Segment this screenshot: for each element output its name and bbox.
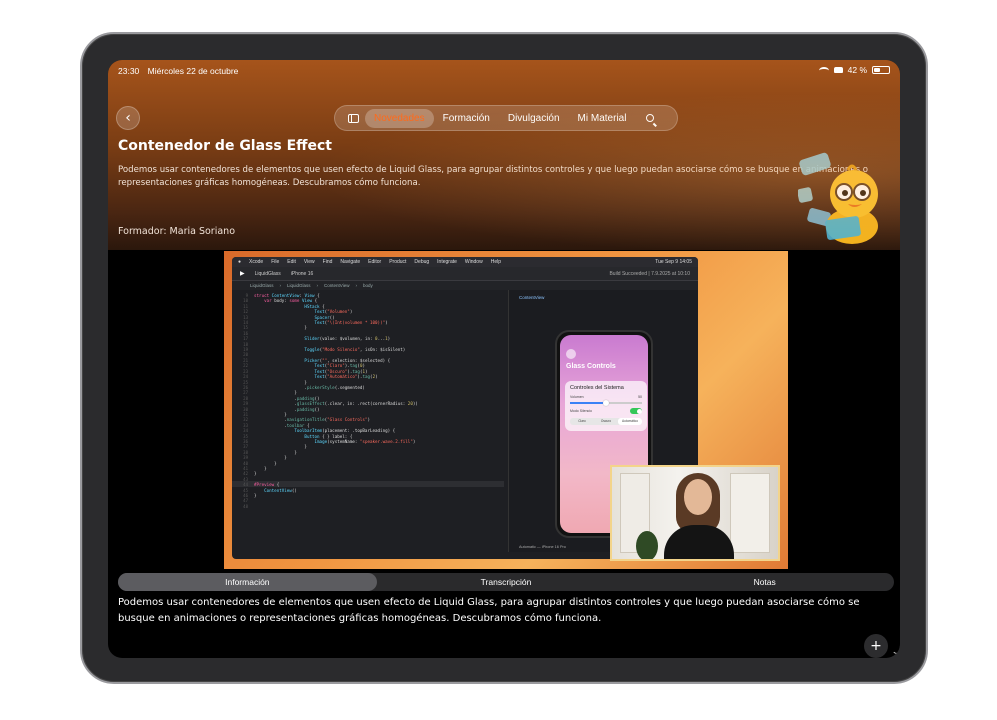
car-icon	[833, 67, 843, 73]
search-button[interactable]	[641, 109, 659, 127]
background-cabinet	[730, 473, 770, 553]
battery-fill	[874, 68, 880, 72]
sidebar-toggle-button[interactable]	[341, 108, 365, 128]
breadcrumb-separator: ›	[279, 283, 282, 288]
page-description: Podemos usar contenedores de elementos q…	[118, 165, 869, 188]
play-icon: ▶	[240, 271, 245, 277]
menubar-item: View	[303, 259, 315, 265]
silent-toggle	[630, 408, 642, 414]
status-icons: 42 %	[818, 65, 890, 75]
xcode-device: iPhone 16	[290, 270, 314, 277]
wifi-icon	[818, 66, 829, 74]
page-title: Contenedor de Glass Effect	[118, 138, 332, 154]
nav-tab-formacion[interactable]: Formación	[434, 109, 499, 128]
xcode-project-name: LiquidGlass	[254, 270, 281, 277]
volume-label: Volumen	[570, 395, 584, 399]
nav-tab-mi-material[interactable]: Mi Material	[569, 109, 636, 128]
breadcrumb-item: body	[362, 283, 373, 288]
mac-menubar: ● Xcode File Edit View Find Navigate Edi…	[232, 257, 698, 267]
breadcrumb-item: LiquidGlass	[250, 283, 274, 288]
trainer-name: Formador: Maria Soriano	[118, 226, 236, 237]
status-time: 23:30	[118, 66, 140, 76]
plant	[636, 531, 658, 559]
presenter-body	[664, 525, 734, 559]
menubar-item: Find	[322, 259, 333, 265]
nav-tab-novedades[interactable]: Novedades	[365, 108, 434, 128]
sidebar-icon	[347, 113, 359, 123]
duck-mascot-illustration	[798, 152, 878, 244]
menubar-item: Help	[490, 259, 501, 265]
segment-oscuro: Oscuro	[600, 419, 612, 423]
menubar-item: Window	[464, 259, 483, 265]
preview-label: ContentView	[519, 295, 545, 300]
breadcrumb-separator: ›	[355, 283, 357, 288]
battery-percent: 42 %	[847, 65, 867, 75]
search-icon	[646, 114, 655, 122]
card-title: Controles del Sistema	[570, 385, 624, 391]
appearance-segmented-control: Claro Oscuro Automático	[570, 418, 642, 425]
loading-spinner-icon	[892, 644, 900, 654]
xcode-toolbar: ▶ LiquidGlass iPhone 16 Build Succeeded …	[232, 267, 698, 281]
ipad-frame: 23:30 Miércoles 22 de octubre 42 % ‹ Nov…	[80, 32, 928, 684]
breadcrumb-item: ContentView	[324, 283, 350, 288]
hero-banner: 23:30 Miércoles 22 de octubre 42 % ‹ Nov…	[108, 60, 900, 250]
menubar-item: Edit	[287, 259, 296, 265]
plus-icon: +	[870, 638, 882, 654]
information-text: Podemos usar contenedores de elementos q…	[118, 597, 860, 624]
add-button[interactable]: +	[864, 634, 888, 658]
menubar-app: Xcode	[249, 259, 264, 265]
code-editor: 9 10 11 12 13 14 15 16 17 18 19 20 21 22…	[232, 290, 504, 552]
line-numbers: 9 10 11 12 13 14 15 16 17 18 19 20 21 22…	[243, 293, 248, 509]
breadcrumb-separator: ›	[316, 283, 319, 288]
status-time-date: 23:30 Miércoles 22 de octubre	[118, 66, 244, 76]
menubar-item: Navigate	[340, 259, 361, 265]
source-code: struct ContentView: View { var body: som…	[254, 293, 418, 499]
presenter-face	[684, 479, 712, 515]
menubar-item: Integrate	[437, 259, 457, 265]
xcode-breadcrumb: LiquidGlass › LiquidGlass › ContentView › b…	[232, 281, 698, 290]
presenter-webcam	[610, 465, 780, 561]
segment-claro: Claro	[578, 419, 586, 423]
top-navigation: Novedades Formación Divulgación Mi Mater…	[334, 105, 678, 131]
back-button[interactable]: ‹	[116, 106, 140, 130]
silent-label: Modo Silencio	[570, 409, 592, 413]
volume-slider-knob	[603, 399, 609, 406]
menubar-item: Product	[389, 259, 407, 265]
menubar-item: Editor	[368, 259, 382, 265]
breadcrumb-item: LiquidGlass	[287, 283, 311, 288]
preview-device-selector: Automatic — iPhone 16 Pro	[519, 545, 566, 549]
menubar-item: File	[271, 259, 280, 265]
glass-controls-card: Controles del Sistema Volumen 50 Modo Si…	[565, 381, 647, 431]
video-frame: ● Xcode File Edit View Find Navigate Edi…	[224, 251, 788, 569]
chevron-left-icon: ‹	[125, 110, 131, 126]
content-tabs: Información Transcripción Notas	[118, 573, 894, 591]
volume-slider	[570, 399, 642, 406]
menubar-item: Debug	[414, 259, 430, 265]
tab-informacion[interactable]: Información	[118, 573, 377, 591]
battery-icon	[872, 66, 890, 74]
phone-nav-title: Glass Controls	[566, 363, 616, 370]
status-date: Miércoles 22 de octubre	[147, 66, 239, 76]
video-player[interactable]: ● Xcode File Edit View Find Navigate Edi…	[108, 250, 900, 570]
menubar-clock: Tue Sep 9 14:05	[655, 259, 692, 265]
apple-icon: ●	[238, 259, 242, 265]
status-bar: 23:30 Miércoles 22 de octubre 42 %	[118, 64, 890, 78]
volume-value: 50	[638, 395, 642, 399]
volume-slider-fill	[570, 402, 606, 404]
nav-tab-divulgacion[interactable]: Divulgación	[499, 109, 569, 128]
screen: 23:30 Miércoles 22 de octubre 42 % ‹ Nov…	[108, 60, 900, 658]
xcode-build-status: Build Succeeded | 7.9.2025 at 10:10	[609, 270, 690, 277]
segment-automatico: Automático	[618, 418, 642, 425]
tab-transcripcion[interactable]: Transcripción	[377, 573, 636, 591]
speaker-icon	[566, 349, 576, 359]
tab-notas[interactable]: Notas	[635, 573, 894, 591]
